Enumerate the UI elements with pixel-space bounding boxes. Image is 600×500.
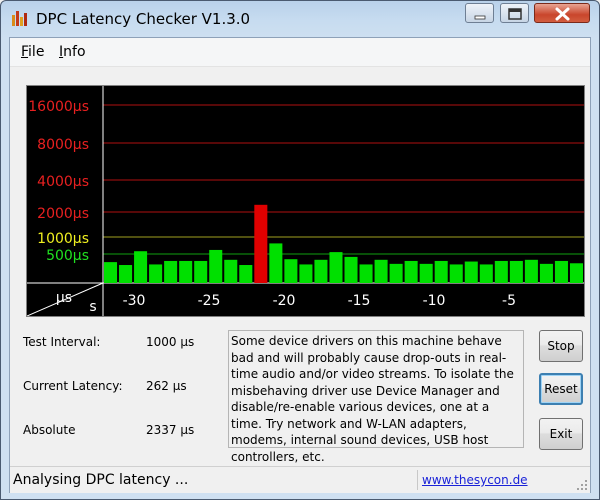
latency-bar (134, 251, 148, 283)
latency-bar (179, 260, 193, 283)
latency-bar (194, 260, 208, 283)
latency-bar (449, 264, 463, 283)
latency-bar (149, 264, 163, 283)
x-tick-label: -25 (198, 293, 221, 309)
x-unit-label: s (89, 299, 96, 315)
absolute-latency-label: Absolute (23, 423, 76, 437)
y-tick-label: 1000µs (37, 231, 89, 247)
latency-bar (554, 260, 568, 283)
resize-grip-icon[interactable] (576, 479, 588, 491)
test-interval-value: 1000 µs (146, 335, 195, 349)
maximize-button[interactable] (500, 3, 529, 23)
current-latency-value: 262 µs (146, 379, 187, 393)
menu-info[interactable]: Info (59, 44, 86, 60)
x-tick-label: -15 (348, 293, 371, 309)
status-divider (417, 470, 418, 490)
y-tick-label: 16000µs (28, 99, 89, 115)
latency-bar (434, 260, 448, 283)
close-button[interactable] (534, 3, 590, 23)
latency-bar (239, 265, 253, 283)
app-icon (12, 11, 27, 26)
close-icon (555, 7, 570, 21)
reset-button[interactable]: Reset (539, 373, 583, 405)
latency-graph: 16000µs 8000µs 4000µs 2000µs 1000µs 500µs µs s -… (26, 85, 585, 317)
minimize-button[interactable] (465, 3, 494, 23)
x-tick-label: -20 (273, 293, 296, 309)
latency-bar (419, 263, 433, 283)
latency-bar (314, 259, 328, 283)
latency-bar (569, 263, 583, 283)
maximize-icon (508, 8, 522, 20)
menu-bar: File Info (10, 38, 590, 67)
client-area: File Info 16000µs 8000µs 4000µs 2000µs 1000µ… (9, 37, 591, 493)
latency-bar (284, 259, 298, 283)
stop-button[interactable]: Stop (539, 330, 583, 362)
latency-bar (224, 259, 238, 283)
window-title: DPC Latency Checker V1.3.0 (36, 10, 251, 28)
latency-bar (389, 263, 403, 283)
current-latency-label: Current Latency: (23, 379, 123, 393)
latency-bar (254, 204, 268, 283)
latency-bar (524, 259, 538, 283)
status-bar: Analysing DPC latency ... www.thesycon.d… (10, 466, 590, 493)
latency-bar (104, 262, 118, 283)
latency-bar (299, 264, 313, 283)
latency-bar (464, 261, 478, 283)
minimize-icon (474, 15, 486, 20)
latency-bar (404, 260, 418, 283)
absolute-latency-value: 2337 µs (146, 423, 195, 437)
x-tick-label: -10 (423, 293, 446, 309)
latency-chart: 16000µs 8000µs 4000µs 2000µs 1000µs500µs µs s -… (27, 86, 584, 316)
x-tick-label: -5 (502, 293, 516, 309)
latency-bar (539, 263, 553, 283)
latency-bar (479, 264, 493, 283)
latency-bar (119, 265, 133, 283)
website-link[interactable]: www.thesycon.de (422, 473, 528, 487)
app-window: DPC Latency Checker V1.3.0 File Info 160… (0, 0, 600, 500)
y-tick-label: 8000µs (37, 137, 89, 153)
x-tick-label: -30 (123, 293, 146, 309)
latency-bar (359, 264, 373, 283)
latency-bar (374, 259, 388, 283)
y-tick-label: 4000µs (37, 174, 89, 190)
title-bar[interactable]: DPC Latency Checker V1.3.0 (1, 1, 599, 37)
latency-bar (164, 260, 178, 283)
test-interval-label: Test Interval: (23, 335, 101, 349)
y-tick-label: 2000µs (37, 206, 89, 222)
menu-file[interactable]: File (21, 44, 44, 60)
latency-bar (269, 243, 283, 283)
latency-bar (209, 249, 223, 283)
latency-bar (494, 260, 508, 283)
status-text: Analysing DPC latency ... (13, 472, 189, 488)
latency-bar (509, 260, 523, 283)
y-unit-label: µs (56, 290, 72, 306)
latency-bar (344, 256, 358, 283)
exit-button[interactable]: Exit (539, 418, 583, 450)
latency-bar (329, 252, 343, 283)
y-tick-label: 500µs (46, 248, 89, 264)
diagnosis-message: Some device drivers on this machine beha… (228, 330, 524, 464)
